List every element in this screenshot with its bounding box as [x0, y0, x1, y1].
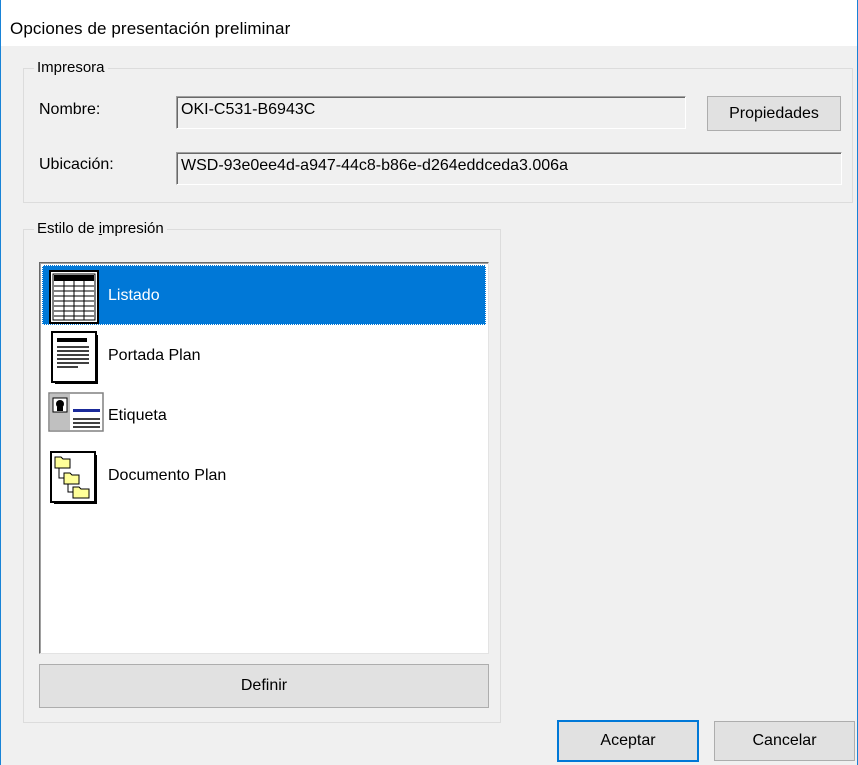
- printer-name-label: Nombre:: [39, 101, 101, 118]
- print-style-list[interactable]: Listado Portada Plan Etiqueta Documento …: [39, 262, 489, 654]
- cancel-button[interactable]: Cancelar: [714, 721, 855, 761]
- print-style-group-legend: Estilo de impresión: [34, 220, 167, 237]
- print-style-item-label: Documento Plan: [108, 467, 227, 484]
- print-style-item-listado[interactable]: Listado: [42, 265, 486, 325]
- table-list-icon: [48, 269, 100, 324]
- print-style-item-portada-plan[interactable]: Portada Plan: [42, 325, 486, 385]
- printer-location-label: Ubicación:: [39, 156, 114, 173]
- print-style-item-label: Etiqueta: [108, 407, 167, 424]
- print-style-item-documento-plan[interactable]: Documento Plan: [42, 445, 486, 505]
- printer-location-field[interactable]: WSD-93e0ee4d-a947-44c8-b86e-d264eddceda3…: [176, 152, 842, 185]
- print-style-item-label: Portada Plan: [108, 347, 201, 364]
- folder-tree-icon: [48, 449, 100, 504]
- window-title: Opciones de presentación preliminar: [10, 19, 291, 38]
- title-bar[interactable]: Opciones de presentación preliminar: [1, 0, 857, 46]
- preview-options-dialog: Opciones de presentación preliminar Impr…: [0, 0, 858, 765]
- document-page-icon: [48, 329, 100, 384]
- label-card-icon: [48, 389, 104, 441]
- print-style-item-label: Listado: [108, 287, 160, 304]
- define-button[interactable]: Definir: [39, 664, 489, 708]
- properties-button[interactable]: Propiedades: [707, 96, 841, 131]
- print-style-item-etiqueta[interactable]: Etiqueta: [42, 385, 486, 445]
- printer-name-field[interactable]: OKI-C531-B6943C: [176, 96, 686, 129]
- accept-button[interactable]: Aceptar: [557, 720, 699, 762]
- printer-group-legend: Impresora: [34, 59, 108, 76]
